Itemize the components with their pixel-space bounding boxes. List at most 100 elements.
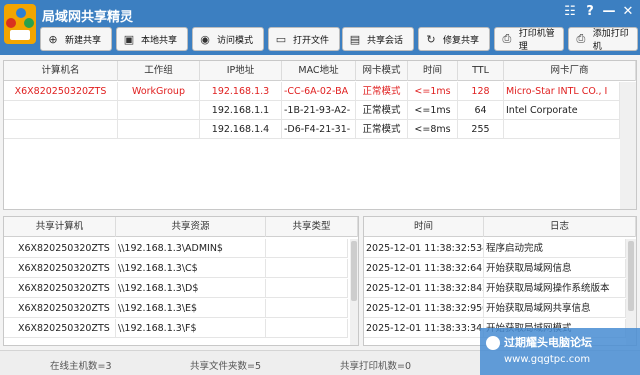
cell: [504, 120, 620, 139]
open-file-label: 打开文件: [293, 35, 330, 46]
share-session-label: 共享会话: [367, 35, 404, 46]
online-hosts-count: 在线主机数=3: [50, 361, 112, 372]
cell: X6X820250320ZTS: [4, 279, 116, 298]
log-row[interactable]: 2025-12-01 11:38:32:842 开始获取局域网操作系统版本: [364, 279, 636, 298]
cell: 2025-12-01 11:38:32:641: [364, 259, 484, 278]
cell: \\192.168.1.3\ADMIN$: [116, 239, 266, 258]
col-log-time[interactable]: 时间: [364, 217, 484, 237]
open-file-button[interactable]: ▭ 打开文件: [268, 27, 340, 51]
log-header: 时间 日志: [364, 217, 636, 237]
cell: 正常模式: [356, 82, 408, 101]
cell: 2025-12-01 11:38:32:534: [364, 239, 484, 258]
cell: X6X820250320ZTS: [4, 239, 116, 258]
chat-icon: ▤: [349, 32, 361, 46]
cell: X6X820250320ZTS: [4, 259, 116, 278]
table-row[interactable]: 192.168.1.1 -1B-21-93-A2- 正常模式 <=1ms 64 …: [4, 101, 636, 120]
repair-share-button[interactable]: ↻ 修复共享: [418, 27, 490, 51]
cell: 2025-12-01 11:38:32:950: [364, 299, 484, 318]
log-scroll-thumb[interactable]: [628, 241, 634, 311]
app-title: 局域网共享精灵: [42, 10, 134, 25]
cell: 192.168.1.4: [200, 120, 282, 139]
access-mode-label: 访问模式: [217, 35, 254, 46]
cell: [266, 319, 348, 338]
col-ip[interactable]: IP地址: [200, 61, 282, 81]
shares-scroll-thumb[interactable]: [351, 241, 357, 301]
shares-scrollbar[interactable]: [350, 239, 358, 345]
cell: 程序启动完成: [484, 239, 626, 258]
refresh-icon: ↻: [426, 32, 436, 46]
cell: 正常模式: [356, 120, 408, 139]
col-share-computer[interactable]: 共享计算机: [4, 217, 116, 237]
app-logo-icon: [4, 4, 36, 44]
watermark-line2: www.gqgtpc.com: [504, 354, 591, 365]
folder-icon: ▭: [275, 32, 287, 46]
cell: \\192.168.1.3\F$: [116, 319, 266, 338]
cell: [266, 239, 348, 258]
col-mac[interactable]: MAC地址: [282, 61, 356, 81]
watermark-line1: 过期耀头电脑论坛: [504, 336, 592, 349]
col-vendor[interactable]: 网卡厂商: [504, 61, 636, 81]
share-session-button[interactable]: ▤ 共享会话: [342, 27, 414, 51]
close-icon[interactable]: ✕: [620, 4, 636, 19]
col-computer-name[interactable]: 计算机名: [4, 61, 118, 81]
title-bar: 局域网共享精灵 ☷ ? — ✕ ⊕ 新建共享 ▣ 本地共享 ◉ 访问模式 ▭ 打…: [0, 0, 640, 55]
shared-printers-count: 共享打印机数=0: [340, 361, 412, 372]
watermark: 过期耀头电脑论坛 www.gqgtpc.com: [480, 328, 640, 375]
hosts-header: 计算机名 工作组 IP地址 MAC地址 网卡模式 时间 TTL 网卡厂商: [4, 61, 636, 81]
list-item[interactable]: X6X820250320ZTS \\192.168.1.3\C$: [4, 259, 358, 278]
cell: \\192.168.1.3\D$: [116, 279, 266, 298]
cell: -1B-21-93-A2-: [282, 101, 356, 120]
cell: 2025-12-01 11:38:33:343: [364, 319, 484, 338]
log-table: 时间 日志 2025-12-01 11:38:32:534 程序启动完成 202…: [363, 216, 637, 346]
minimize-icon[interactable]: —: [601, 4, 617, 19]
table-row[interactable]: X6X820250320ZTS WorkGroup 192.168.1.3 -C…: [4, 82, 636, 101]
list-item[interactable]: X6X820250320ZTS \\192.168.1.3\F$: [4, 319, 358, 338]
table-row[interactable]: 192.168.1.4 -D6-F4-21-31- 正常模式 <=8ms 255: [4, 120, 636, 139]
cell: 255: [458, 120, 504, 139]
col-time[interactable]: 时间: [408, 61, 458, 81]
cell: 开始获取局域网操作系统版本: [484, 279, 626, 298]
col-share-type[interactable]: 共享类型: [266, 217, 358, 237]
shares-table: 共享计算机 共享资源 共享类型 X6X820250320ZTS \\192.16…: [3, 216, 359, 346]
col-workgroup[interactable]: 工作组: [118, 61, 200, 81]
log-row[interactable]: 2025-12-01 11:38:32:950 开始获取局域网共享信息: [364, 299, 636, 318]
watermark-logo-icon: [486, 336, 500, 350]
new-share-button[interactable]: ⊕ 新建共享: [40, 27, 112, 51]
add-printer-label: 添加打印机: [592, 29, 629, 52]
app-window: 局域网共享精灵 ☷ ? — ✕ ⊕ 新建共享 ▣ 本地共享 ◉ 访问模式 ▭ 打…: [0, 0, 640, 375]
cell: 正常模式: [356, 101, 408, 120]
repair-share-label: 修复共享: [443, 35, 480, 46]
col-log-message[interactable]: 日志: [484, 217, 636, 237]
new-share-label: 新建共享: [65, 35, 102, 46]
cell: [4, 101, 118, 120]
cell: -D6-F4-21-31-: [282, 120, 356, 139]
local-share-label: 本地共享: [141, 35, 178, 46]
list-item[interactable]: X6X820250320ZTS \\192.168.1.3\ADMIN$: [4, 239, 358, 258]
printer-manage-button[interactable]: ⎙ 打印机管理: [494, 27, 564, 52]
log-row[interactable]: 2025-12-01 11:38:32:641 开始获取局域网信息: [364, 259, 636, 278]
cell: WorkGroup: [118, 82, 200, 101]
col-nic-mode[interactable]: 网卡模式: [356, 61, 408, 81]
list-item[interactable]: X6X820250320ZTS \\192.168.1.3\D$: [4, 279, 358, 298]
plus-icon: ⊕: [48, 32, 58, 46]
hosts-table: 计算机名 工作组 IP地址 MAC地址 网卡模式 时间 TTL 网卡厂商 X6X…: [3, 60, 637, 210]
cell: <=8ms: [408, 120, 458, 139]
list-item[interactable]: X6X820250320ZTS \\192.168.1.3\E$: [4, 299, 358, 318]
col-share-resource[interactable]: 共享资源: [116, 217, 266, 237]
cell: [4, 120, 118, 139]
cell: \\192.168.1.3\C$: [116, 259, 266, 278]
hosts-scrollbar[interactable]: [620, 82, 636, 209]
help-icon[interactable]: ?: [582, 4, 598, 19]
cell: [118, 101, 200, 120]
cell: 2025-12-01 11:38:32:842: [364, 279, 484, 298]
log-row[interactable]: 2025-12-01 11:38:32:534 程序启动完成: [364, 239, 636, 258]
cell: <=1ms: [408, 101, 458, 120]
add-printer-button[interactable]: ⎙ 添加打印机: [568, 27, 638, 52]
menu-icon[interactable]: ☷: [562, 4, 578, 19]
col-ttl[interactable]: TTL: [458, 61, 504, 81]
local-share-button[interactable]: ▣ 本地共享: [116, 27, 188, 51]
cell: -CC-6A-02-BA: [282, 82, 356, 101]
cell: 开始获取局域网信息: [484, 259, 626, 278]
access-mode-button[interactable]: ◉ 访问模式: [192, 27, 264, 51]
printer-manage-label: 打印机管理: [518, 29, 555, 52]
